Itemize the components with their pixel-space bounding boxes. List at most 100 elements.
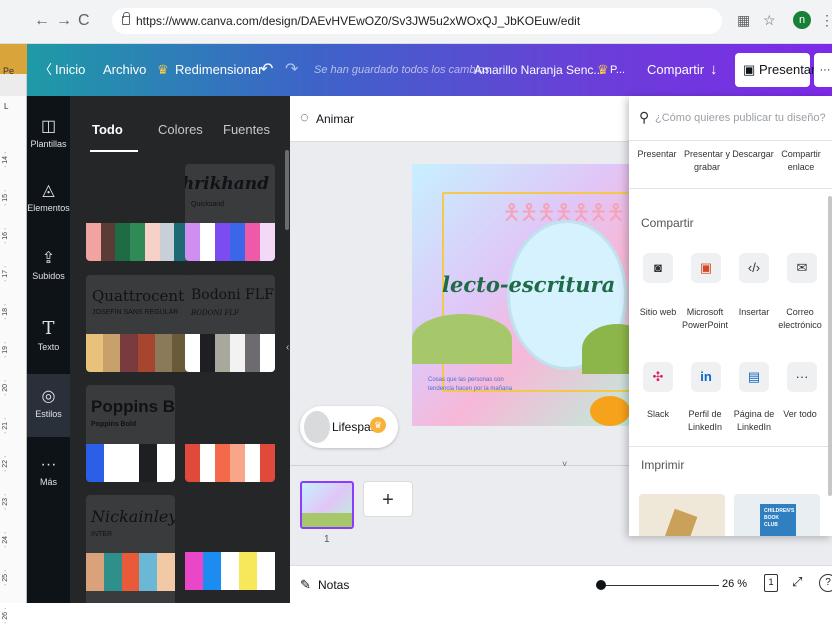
notes-icon[interactable]: ✎: [300, 577, 311, 593]
linkedin-page-icon[interactable]: ▤: [739, 362, 769, 392]
color-palette: [185, 552, 275, 590]
animate-button[interactable]: Animar: [316, 112, 354, 126]
background-tab-text: Pe: [3, 66, 15, 76]
back-icon[interactable]: ←: [34, 12, 50, 30]
design-slide[interactable]: 🯅🯅🯅🯅🯅🯅🯅 lecto-escritura Cosas que las pe…: [412, 164, 650, 426]
forward-icon[interactable]: →: [56, 12, 72, 30]
thumbnail-hill: [302, 513, 352, 527]
back-chevron-icon[interactable]: 〈: [39, 44, 52, 96]
more-options-button[interactable]: ···: [814, 53, 832, 87]
linkedin-profile-icon[interactable]: in: [691, 362, 721, 392]
style-card-coral-palette[interactable]: [185, 385, 275, 482]
rail-item-text[interactable]: T Texto: [27, 318, 70, 352]
share-button[interactable]: Compartir: [647, 44, 704, 96]
embed-icon[interactable]: ‹/›: [739, 253, 769, 283]
print-product-card[interactable]: [639, 494, 725, 536]
share-section-heading: Compartir: [641, 216, 694, 230]
print-section-heading: Imprimir: [641, 458, 685, 472]
undo-icon[interactable]: ↶: [260, 44, 273, 96]
slide-caption[interactable]: Cosas que las personas con tendencia hac…: [428, 376, 518, 394]
tab-colors[interactable]: Colores: [158, 122, 203, 137]
slack-icon[interactable]: ✣: [643, 362, 673, 392]
style-font-subtitle: BODONI FLF: [191, 309, 239, 317]
animate-icon[interactable]: ◌: [300, 109, 309, 126]
resize-button[interactable]: Redimensionar: [175, 44, 262, 96]
present-record-option[interactable]: Presentar y grabar: [683, 148, 731, 174]
ruler-tick: · 14 ·: [2, 151, 9, 168]
slide-title[interactable]: lecto-escritura: [442, 272, 615, 297]
style-card-bodoni[interactable]: Bodoni FLF BODONI FLF: [185, 275, 275, 372]
add-page-button[interactable]: +: [363, 481, 413, 517]
rail-item-styles[interactable]: ◎ Estilos: [27, 386, 70, 419]
ruler-tick: · 20 ·: [2, 379, 9, 396]
more-options-icon[interactable]: ···: [787, 362, 817, 392]
rail-label: Más: [39, 477, 57, 487]
upload-icon: ⇪: [41, 250, 56, 267]
style-card-quattrocento[interactable]: Quattrocento JOSEFIN SANS REGULAR: [86, 275, 189, 372]
rail-label: Elementos: [27, 203, 70, 213]
crown-icon: ♛: [370, 417, 386, 433]
share-link-option[interactable]: Compartir enlace: [777, 148, 825, 174]
notes-button[interactable]: Notas: [318, 578, 349, 592]
style-card-nickainley[interactable]: Nickainley INTER: [86, 495, 175, 603]
palette-icon: ◎: [41, 388, 56, 405]
style-card-vivid-palette[interactable]: [185, 552, 275, 590]
rail-item-elements[interactable]: ◬ Elementos: [27, 180, 70, 213]
email-label: Correo electrónico: [778, 307, 822, 330]
share-dropdown: ⚲ ¿Cómo quieres publicar tu diseño? Pres…: [629, 96, 832, 536]
slack-label: Slack: [646, 409, 669, 419]
print-book-card[interactable]: CHILDREN'S BOOK CLUB: [734, 494, 820, 536]
style-font-subtitle: Quicksand: [191, 201, 225, 208]
ruler-tick: · 18 ·: [2, 303, 9, 320]
document-title[interactable]: Amarillo Naranja Senc...: [474, 44, 603, 96]
premium-button[interactable]: P...: [610, 44, 625, 96]
panel-scrollbar[interactable]: [285, 150, 289, 230]
chevron-down-icon[interactable]: ˅: [562, 459, 567, 469]
zoom-slider-track[interactable]: [599, 585, 719, 586]
address-bar[interactable]: https://www.canva.com/design/DAEvHVEwOZ0…: [112, 8, 722, 34]
page-count-button[interactable]: 1: [764, 574, 778, 592]
rail-item-uploads[interactable]: ⇪ Subidos: [27, 248, 70, 281]
ruler-tick: · 24 ·: [2, 531, 9, 548]
help-button[interactable]: ?: [819, 574, 832, 592]
rail-item-templates[interactable]: ◫ Plantillas: [27, 116, 70, 149]
lifespan-thumbnail: [304, 411, 330, 443]
ruler-tick: · 23 ·: [2, 493, 9, 510]
lifespan-chip[interactable]: Lifespan ♛: [300, 406, 398, 448]
divider: [629, 188, 832, 189]
zoom-level[interactable]: 26 %: [722, 578, 747, 590]
ruler-tick: · 15 ·: [2, 189, 9, 206]
website-icon[interactable]: ◙: [643, 253, 673, 283]
translate-icon[interactable]: ▦: [737, 12, 750, 29]
shapes-icon: ◬: [42, 182, 55, 199]
rail-item-more[interactable]: ··· Más: [27, 456, 70, 487]
present-option[interactable]: Presentar: [633, 148, 681, 161]
browser-menu-icon[interactable]: ⋮: [820, 12, 832, 29]
color-palette: [86, 223, 189, 261]
hill-graphic: [412, 314, 512, 364]
powerpoint-icon[interactable]: ▣: [691, 253, 721, 283]
zoom-slider-thumb[interactable]: [596, 580, 606, 590]
profile-avatar[interactable]: n: [793, 11, 811, 29]
page-thumbnail[interactable]: [300, 481, 354, 529]
tab-fonts[interactable]: Fuentes: [223, 122, 270, 137]
download-icon[interactable]: ↓: [710, 44, 718, 96]
email-icon[interactable]: ✉: [787, 253, 817, 283]
bookmark-star-icon[interactable]: ☆: [763, 12, 776, 29]
dropdown-scrollbar[interactable]: [828, 196, 832, 496]
fullscreen-icon[interactable]: ⤢: [792, 574, 802, 590]
file-menu-button[interactable]: Archivo: [103, 44, 146, 96]
style-card-quicksand-palette[interactable]: [86, 164, 189, 261]
redo-icon[interactable]: ↷: [285, 44, 298, 96]
tab-all[interactable]: Todo: [92, 122, 123, 137]
home-button[interactable]: Inicio: [55, 44, 85, 96]
active-tab-indicator: [90, 150, 138, 152]
more-icon: ···: [40, 456, 57, 473]
style-card-shrikhand[interactable]: Shrikhand Quicksand: [185, 164, 275, 261]
publish-search-input[interactable]: ¿Cómo quieres publicar tu diseño?: [655, 112, 826, 124]
color-palette: [185, 334, 275, 372]
style-card-poppins[interactable]: Poppins Bolc Poppins Bold: [86, 385, 175, 482]
reload-icon[interactable]: C: [78, 12, 90, 30]
present-button[interactable]: ▣ Presentar: [735, 53, 815, 87]
download-option[interactable]: Descargar: [729, 148, 777, 161]
